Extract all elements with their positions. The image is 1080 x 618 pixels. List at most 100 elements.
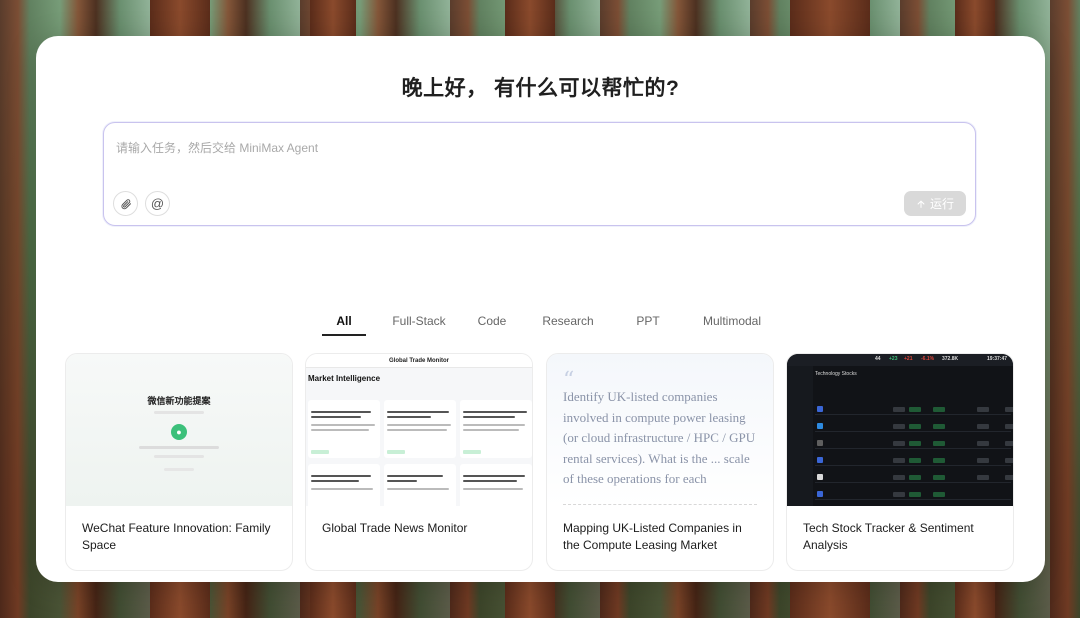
mention-button[interactable]: @ xyxy=(145,191,170,216)
stat-value: -6.1% xyxy=(921,356,935,362)
category-tabs: All Full-Stack Code Research PPT Multimo… xyxy=(322,310,764,336)
news-card xyxy=(460,400,532,458)
change-cell xyxy=(933,424,945,429)
example-card-tech-stocks[interactable]: 44 +23 +21 -6.1% 372.8K 19:37:47 Technol… xyxy=(786,353,1014,571)
thumbnail-text-line xyxy=(387,475,443,477)
value-cell xyxy=(1005,407,1013,412)
change-cell xyxy=(933,475,945,480)
value-cell xyxy=(977,441,989,446)
thumbnail-sidebar xyxy=(787,366,813,506)
thumbnail-heading: Technology Stocks xyxy=(815,371,857,377)
value-cell xyxy=(1005,441,1013,446)
value-cell xyxy=(1005,424,1013,429)
stock-logo xyxy=(817,440,823,446)
stat-value: 372.8K xyxy=(942,356,959,362)
thumbnail-text-line xyxy=(311,475,371,477)
tab-full-stack[interactable]: Full-Stack xyxy=(386,310,452,336)
run-button[interactable]: 运行 xyxy=(904,191,966,216)
thumbnail-text-line xyxy=(463,488,523,490)
thumbnail-chip xyxy=(387,450,405,454)
value-cell xyxy=(977,458,989,463)
card-title: WeChat Feature Innovation: Family Space xyxy=(82,521,271,552)
thumbnail-text-line xyxy=(463,475,525,477)
thumbnail-text-line xyxy=(311,424,375,426)
change-cell xyxy=(909,475,921,480)
main-panel: 晚上好， 有什么可以帮忙的? @ 运行 All Full-Stack Code … xyxy=(36,36,1045,582)
tab-all[interactable]: All xyxy=(322,310,366,336)
change-cell xyxy=(933,458,945,463)
task-input[interactable] xyxy=(116,137,896,159)
thumbnail-text-line xyxy=(311,416,361,418)
thumbnail-text-line xyxy=(463,429,519,431)
stat-value: +23 xyxy=(889,356,898,362)
thumbnail-header: Global Trade Monitor xyxy=(306,354,532,368)
change-cell xyxy=(909,458,921,463)
stat-value: 44 xyxy=(875,356,881,362)
thumbnail-text-line xyxy=(463,416,515,418)
news-card xyxy=(460,464,532,506)
run-label: 运行 xyxy=(929,197,954,211)
news-card xyxy=(308,400,380,458)
thumbnail-text-line xyxy=(311,411,371,413)
paperclip-icon xyxy=(121,198,131,209)
price-cell xyxy=(893,441,905,446)
change-cell xyxy=(909,441,921,446)
example-card-wechat[interactable]: 微信新功能提案 ● WeChat Feature Innovation: Fam… xyxy=(65,353,293,571)
news-card xyxy=(308,464,380,506)
thumbnail-text-line xyxy=(311,480,359,482)
stock-row xyxy=(815,489,1011,500)
card-thumbnail: Global Trade Monitor Market Intelligence xyxy=(306,354,532,506)
thumbnail-chip xyxy=(311,450,329,454)
thumbnail-text-line xyxy=(311,429,369,431)
stock-row xyxy=(815,455,1013,466)
at-icon: @ xyxy=(150,196,165,211)
thumbnail-text-line xyxy=(387,416,431,418)
thumbnail-text-line xyxy=(154,455,204,458)
stat-value: +21 xyxy=(904,356,913,362)
news-card xyxy=(384,400,456,458)
stock-row xyxy=(815,472,1013,483)
stat-value: 19:37:47 xyxy=(987,356,1008,362)
price-cell xyxy=(893,475,905,480)
change-cell xyxy=(933,407,945,412)
prompt-box: @ 运行 xyxy=(103,122,976,226)
stock-logo xyxy=(817,406,823,412)
change-cell xyxy=(909,492,921,497)
value-cell xyxy=(977,407,989,412)
thumbnail-text-line xyxy=(164,468,194,471)
tab-research[interactable]: Research xyxy=(540,310,596,336)
card-thumbnail: 微信新功能提案 ● xyxy=(66,354,292,506)
card-title: Tech Stock Tracker & Sentiment Analysis xyxy=(803,521,974,552)
page-title: 晚上好， 有什么可以帮忙的? xyxy=(401,77,680,100)
example-cards: 微信新功能提案 ● WeChat Feature Innovation: Fam… xyxy=(65,353,1014,571)
attach-button[interactable] xyxy=(113,191,138,216)
price-cell xyxy=(893,407,905,412)
thumbnail-quote: Identify UK-listed companies involved in… xyxy=(563,389,756,486)
card-title: Mapping UK-Listed Companies in the Compu… xyxy=(563,521,742,552)
example-card-trade-monitor[interactable]: Global Trade Monitor Market Intelligence xyxy=(305,353,533,571)
tab-multimodal[interactable]: Multimodal xyxy=(700,310,764,336)
stock-row xyxy=(815,404,1013,415)
arrow-up-icon xyxy=(917,200,925,208)
thumbnail-text-line xyxy=(387,429,447,431)
value-cell xyxy=(977,424,989,429)
tab-code[interactable]: Code xyxy=(472,310,512,336)
stock-row xyxy=(815,438,1013,449)
example-card-uk-compute[interactable]: “ Identify UK-listed companies involved … xyxy=(546,353,774,571)
thumbnail-heading: Market Intelligence xyxy=(308,374,381,383)
price-cell xyxy=(893,424,905,429)
thumbnail-chip xyxy=(463,450,481,454)
tab-ppt[interactable]: PPT xyxy=(633,310,663,336)
thumbnail-stats-bar: 44 +23 +21 -6.1% 372.8K 19:37:47 xyxy=(787,354,1013,366)
thumbnail-text-line xyxy=(387,480,417,482)
divider xyxy=(563,504,757,505)
thumbnail-text-line xyxy=(387,411,449,413)
thumbnail-text-line xyxy=(387,488,449,490)
thumbnail-text-line xyxy=(139,446,219,449)
stock-row xyxy=(815,421,1013,432)
thumbnail-text-line xyxy=(311,488,373,490)
stock-logo xyxy=(817,491,823,497)
news-card xyxy=(384,464,456,506)
value-cell xyxy=(977,475,989,480)
change-cell xyxy=(909,407,921,412)
